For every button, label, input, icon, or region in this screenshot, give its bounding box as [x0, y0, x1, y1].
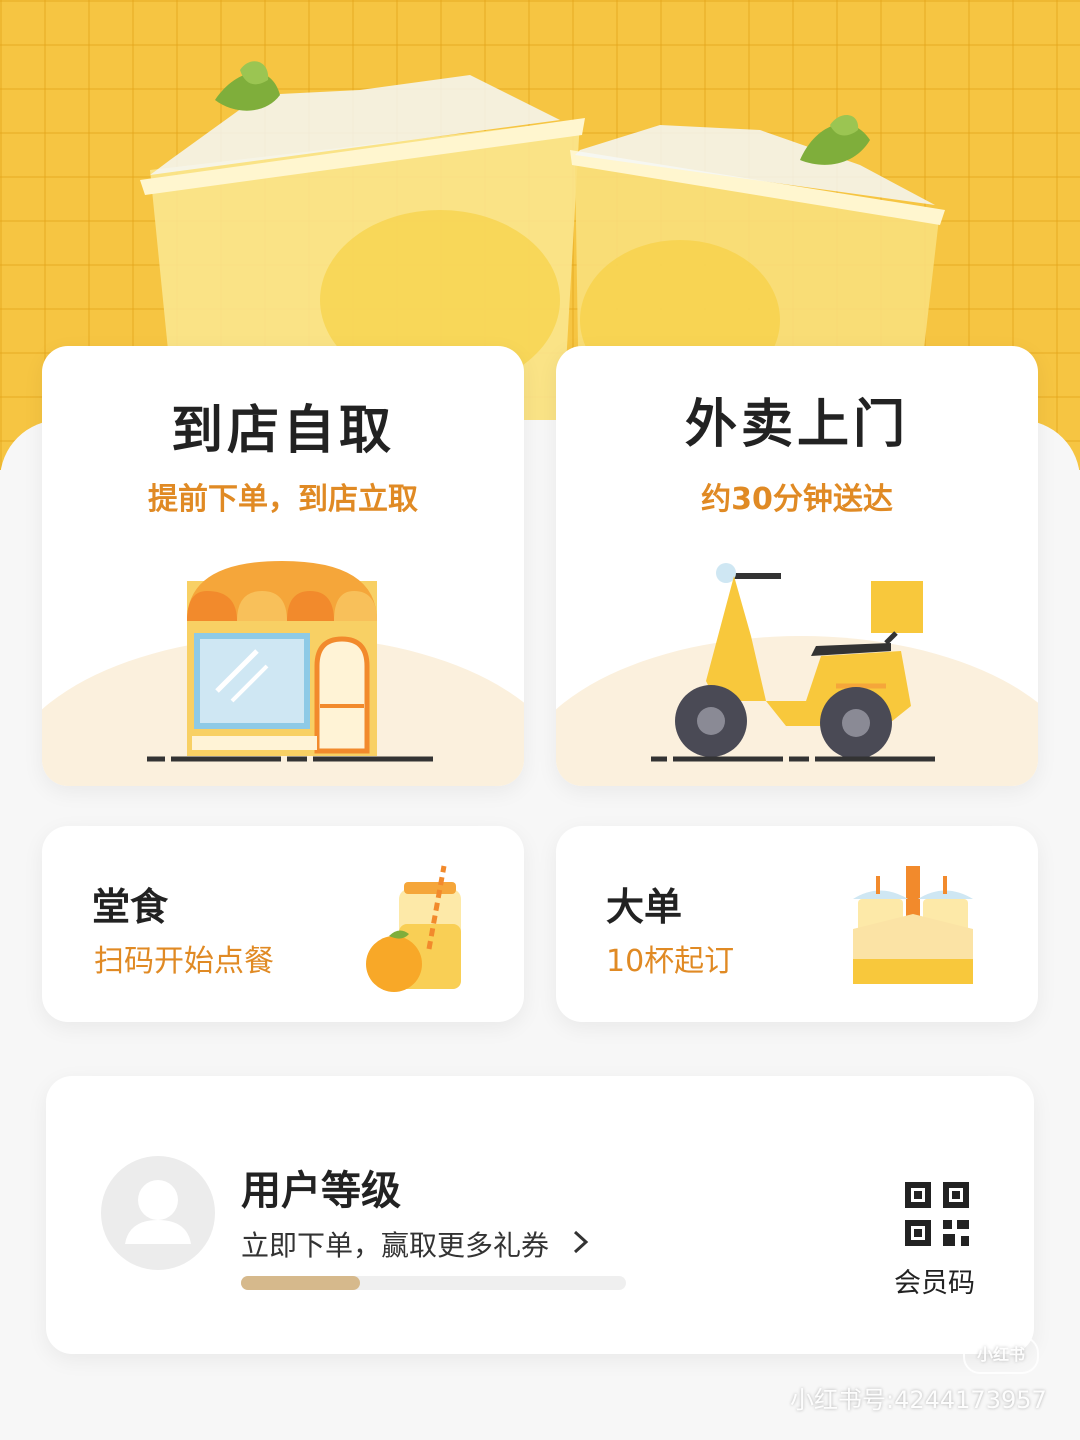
dine-in-subtitle: 扫码开始点餐 — [94, 944, 274, 979]
watermark-id: 小红书号:4244173957 — [790, 1386, 1047, 1414]
avatar[interactable] — [101, 1156, 215, 1270]
user-avatar-icon — [125, 1180, 191, 1244]
storefront-icon — [147, 561, 437, 762]
watermark-badge: 小红书 — [963, 1336, 1039, 1374]
member-card[interactable]: 用户等级 立即下单，赢取更多礼券 会员码 — [46, 1076, 1034, 1354]
level-progress-bar — [241, 1276, 626, 1290]
pickup-subtitle: 提前下单，到店立取 — [148, 482, 418, 517]
delivery-subtitle: 约30分钟送达 — [701, 482, 893, 517]
level-progress-fill — [241, 1276, 361, 1290]
member-level-link[interactable]: 立即下单，赢取更多礼券 — [241, 1224, 590, 1264]
delivery-card[interactable]: 外卖上门 约30分钟送达 — [556, 346, 1038, 786]
qr-code-icon[interactable] — [903, 1180, 971, 1248]
bulk-subtitle: 10杯起订 — [606, 944, 735, 979]
pickup-card[interactable]: 到店自取 提前下单，到店立取 — [42, 346, 524, 786]
scooter-icon — [651, 563, 941, 762]
bulk-title: 大单 — [606, 885, 683, 929]
dine-in-card[interactable]: 堂食 扫码开始点餐 — [42, 826, 524, 1022]
delivery-title: 外卖上门 — [684, 395, 909, 455]
pickup-title: 到店自取 — [170, 401, 395, 461]
dine-in-title: 堂食 — [92, 885, 169, 929]
bulk-card[interactable]: 大单 10杯起订 — [556, 826, 1038, 1022]
chevron-right-icon — [572, 1229, 590, 1262]
member-level-subtitle: 立即下单，赢取更多礼券 — [241, 1229, 550, 1262]
member-code-label[interactable]: 会员码 — [894, 1261, 975, 1300]
member-level-title: 用户等级 — [241, 1168, 401, 1214]
juice-jar-icon — [366, 865, 461, 992]
drink-carrier-icon — [853, 866, 973, 984]
